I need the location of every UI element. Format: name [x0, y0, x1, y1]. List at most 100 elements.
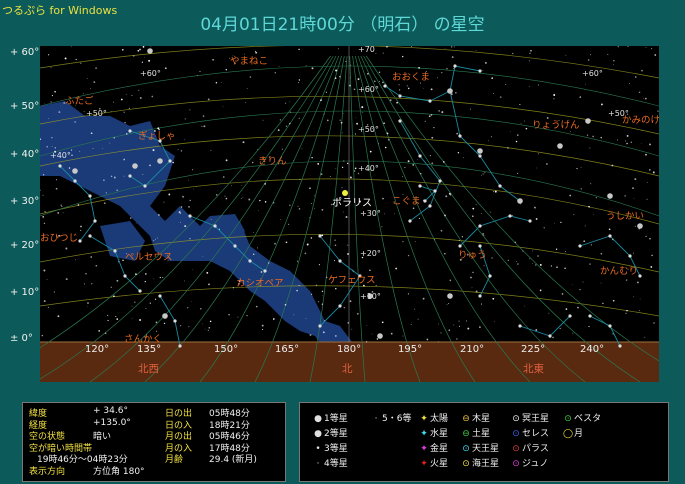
star [535, 329, 538, 331]
star [600, 103, 603, 106]
star [264, 201, 267, 203]
star [115, 316, 117, 317]
star [196, 185, 198, 187]
bright-star [162, 313, 168, 319]
legend-symbol-icon: ⊖ [462, 414, 470, 424]
star [284, 102, 287, 104]
star [553, 94, 556, 96]
star [393, 213, 395, 215]
star [215, 81, 218, 84]
star [517, 134, 519, 136]
star [42, 216, 45, 218]
star [529, 60, 530, 62]
star [189, 199, 191, 202]
star [611, 164, 614, 167]
star [212, 58, 214, 61]
star [334, 244, 337, 247]
star [249, 76, 252, 78]
star [608, 234, 612, 238]
star [492, 191, 494, 193]
star [50, 101, 52, 103]
star [112, 101, 114, 103]
star [113, 176, 116, 179]
star [41, 334, 44, 337]
star [326, 119, 329, 122]
star [520, 123, 522, 124]
star [453, 324, 455, 326]
legend-label: 木星 [472, 414, 491, 424]
star [357, 78, 360, 81]
star [107, 314, 109, 316]
star [600, 252, 603, 255]
star [137, 49, 140, 52]
star [68, 167, 71, 169]
star [257, 247, 258, 249]
star [44, 211, 46, 213]
star [285, 125, 288, 127]
star [537, 255, 539, 257]
star [572, 332, 574, 334]
star [180, 325, 182, 327]
star [242, 141, 245, 144]
star [398, 84, 400, 86]
legend-item: ◯月 [562, 426, 583, 439]
star [378, 143, 380, 145]
star [437, 323, 439, 325]
star [387, 139, 390, 141]
legend-label: ジュノ [522, 459, 549, 469]
star [530, 49, 532, 52]
star [88, 234, 92, 238]
star [131, 95, 133, 97]
star [529, 52, 531, 54]
info-panel: 緯度 + 34.6° 経度 +135.0° 空の状態 暗い 空が暗い時間帯 19時46分〜04… [22, 402, 286, 482]
star [371, 333, 373, 335]
star [318, 234, 322, 238]
star [417, 159, 419, 161]
star [150, 46, 152, 48]
star [103, 179, 105, 182]
star [321, 294, 323, 296]
star [645, 235, 647, 238]
star [155, 238, 157, 240]
star [568, 314, 572, 318]
star [440, 332, 442, 334]
star [641, 130, 643, 131]
star [354, 167, 357, 170]
star [440, 229, 443, 232]
star [196, 74, 198, 76]
star [627, 46, 629, 48]
star [348, 233, 349, 234]
star [478, 224, 482, 228]
star-chart[interactable]: ポラリスやまねこおおくまふたごきりんりょうけん かみのけぎょしゃこぐまうしかいりゅ… [40, 46, 659, 382]
star [322, 331, 325, 334]
star [539, 263, 542, 266]
star [315, 284, 317, 286]
direction-label: 北東 [523, 362, 544, 375]
star [172, 161, 174, 164]
star [444, 214, 446, 217]
star [78, 239, 82, 243]
star [153, 240, 155, 242]
star [383, 84, 387, 88]
star [130, 217, 132, 219]
star [518, 324, 522, 328]
star [51, 95, 53, 97]
star [408, 219, 412, 223]
azimuth-label: 180° [337, 344, 361, 355]
star [590, 244, 592, 246]
star [345, 60, 347, 62]
star [301, 148, 303, 150]
bright-star [607, 193, 613, 199]
info-value: +135.0° [93, 417, 131, 428]
star [65, 278, 68, 281]
star [445, 195, 448, 198]
star [625, 312, 627, 314]
dec-label: + 30° [10, 196, 40, 207]
star [505, 83, 507, 85]
star [203, 125, 206, 128]
legend-symbol-icon: ● [314, 414, 322, 424]
star [613, 64, 615, 65]
star [334, 334, 337, 337]
grid-label: +30° [360, 209, 381, 218]
star [653, 322, 655, 324]
